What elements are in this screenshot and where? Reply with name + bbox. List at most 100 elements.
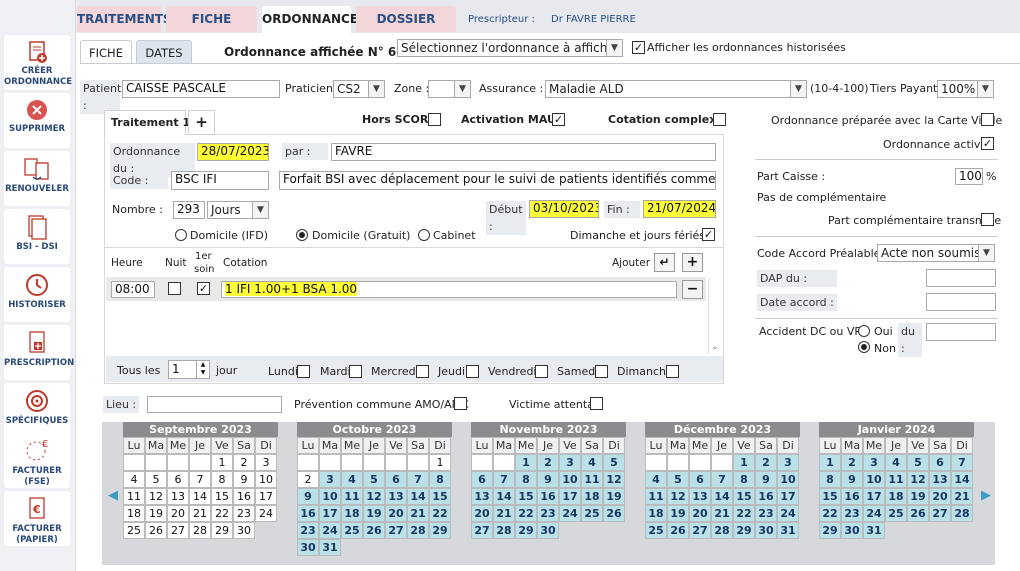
row-heure-field[interactable]: 08:00 (111, 281, 155, 298)
calendar-day[interactable]: 16 (755, 488, 777, 505)
calendar-day[interactable]: 27 (689, 522, 711, 539)
calendar-day[interactable]: 6 (385, 471, 407, 488)
calendar-day[interactable]: 23 (297, 522, 319, 539)
calendar-day[interactable]: 15 (515, 488, 537, 505)
calendar-day[interactable]: 23 (233, 505, 255, 522)
calendar-day[interactable]: 1 (515, 454, 537, 471)
calendar-day[interactable]: 28 (493, 522, 515, 539)
calendar-day[interactable]: 26 (145, 522, 167, 539)
bill-fse-button[interactable]: € FACTURER (FSE) (4, 433, 70, 488)
day-mardi-checkbox[interactable] (349, 365, 362, 378)
row-nuit-checkbox[interactable] (168, 282, 181, 295)
calendar-day[interactable]: 30 (297, 539, 319, 556)
patient-field[interactable]: CAISSE PASCALE (122, 80, 280, 98)
calendar-day[interactable]: 14 (189, 488, 211, 505)
calendar-day[interactable]: 8 (211, 471, 233, 488)
tab-dossier-medical[interactable]: DOSSIER MÉDICAL (356, 6, 456, 52)
ord-active-checkbox[interactable]: ✓ (981, 137, 994, 150)
par-field[interactable]: FAVRE (331, 143, 716, 161)
calendar-day[interactable]: 26 (363, 522, 385, 539)
calendar-day[interactable]: 10 (559, 471, 581, 488)
calendar-day[interactable]: 21 (711, 505, 733, 522)
calendar-day[interactable]: 23 (537, 505, 559, 522)
calendar-day[interactable]: 11 (123, 488, 145, 505)
calendar-day[interactable]: 6 (689, 471, 711, 488)
radio-domicile-gratuit[interactable] (296, 229, 308, 241)
calendar-day[interactable]: 26 (667, 522, 689, 539)
calendar-day[interactable]: 13 (385, 488, 407, 505)
calendar-day[interactable]: 20 (167, 505, 189, 522)
cotation-complexe-checkbox[interactable] (713, 113, 726, 126)
calendar-day[interactable]: 15 (733, 488, 755, 505)
select-ordonnance[interactable]: Sélectionnez l'ordonnance à afficher ▼ (397, 39, 623, 57)
calendar-day[interactable]: 13 (471, 488, 493, 505)
calendar-day[interactable]: 6 (167, 471, 189, 488)
calendar-day[interactable]: 7 (407, 471, 429, 488)
calendar-day[interactable]: 11 (645, 488, 667, 505)
row-cotation-field[interactable]: 1 IFI 1.00+1 BSA 1.00 (221, 281, 677, 298)
debut-field[interactable]: 03/10/2023 (529, 200, 599, 218)
calendar-day[interactable]: 10 (863, 471, 885, 488)
calendar-day[interactable]: 5 (363, 471, 385, 488)
calendar-day[interactable]: 12 (667, 488, 689, 505)
calendar-day[interactable]: 19 (363, 505, 385, 522)
day-mercredi-checkbox[interactable] (416, 365, 429, 378)
calendar-day[interactable]: 27 (167, 522, 189, 539)
calendar-day[interactable]: 20 (929, 488, 951, 505)
prevention-checkbox[interactable] (454, 397, 467, 410)
calendar-day[interactable]: 21 (951, 488, 973, 505)
calendar-day[interactable]: 24 (255, 505, 277, 522)
calendar-day[interactable]: 18 (123, 505, 145, 522)
calendar-day[interactable]: 30 (537, 522, 559, 539)
radio-cabinet[interactable] (418, 229, 430, 241)
calendar-day[interactable]: 9 (297, 488, 319, 505)
calendar-day[interactable]: 27 (929, 505, 951, 522)
dap-field[interactable] (926, 269, 996, 287)
radio-oui[interactable] (858, 325, 870, 337)
calendar-day[interactable]: 22 (211, 505, 233, 522)
specific-button[interactable]: SPÉCIFIQUES (4, 383, 70, 438)
calendar-day[interactable]: 13 (689, 488, 711, 505)
prescription-button[interactable]: PRESCRIPTION (4, 325, 74, 380)
calendar-day[interactable]: 30 (841, 522, 863, 539)
calendar-day[interactable]: 25 (885, 505, 907, 522)
calendar-day[interactable]: 22 (733, 505, 755, 522)
code-accord-select[interactable]: Acte non soumis ▼ (877, 244, 995, 262)
calendar-day[interactable]: 11 (341, 488, 363, 505)
calendar-day[interactable]: 3 (777, 454, 799, 471)
calendar-day[interactable]: 10 (319, 488, 341, 505)
calendar-day[interactable]: 26 (907, 505, 929, 522)
tab-fiche-patient[interactable]: FICHE PATIENT (166, 6, 257, 52)
calendar-day[interactable]: 7 (711, 471, 733, 488)
calendar-day[interactable]: 25 (341, 522, 363, 539)
calendar-day[interactable]: 16 (841, 488, 863, 505)
calendar-day[interactable]: 26 (603, 505, 625, 522)
nombre-field[interactable]: 293 (173, 201, 205, 219)
calendar-day[interactable]: 7 (189, 471, 211, 488)
calendar-day[interactable]: 14 (951, 471, 973, 488)
calendar-day[interactable]: 11 (581, 471, 603, 488)
calendar-day[interactable]: 8 (515, 471, 537, 488)
calendar-day[interactable]: 8 (733, 471, 755, 488)
calendar-day[interactable]: 15 (819, 488, 841, 505)
calendar-day[interactable]: 31 (319, 539, 341, 556)
calendar-day[interactable]: 16 (297, 505, 319, 522)
carte-vitale-checkbox[interactable] (981, 113, 994, 126)
hors-scor-checkbox[interactable] (428, 113, 441, 126)
radio-non[interactable] (858, 341, 870, 353)
calendar-day[interactable]: 1 (211, 454, 233, 471)
calendar-day[interactable]: 20 (689, 505, 711, 522)
history-button[interactable]: HISTORISER (4, 267, 70, 322)
calendar-day[interactable]: 8 (819, 471, 841, 488)
calendar-day[interactable]: 3 (255, 454, 277, 471)
calendar-day[interactable]: 4 (645, 471, 667, 488)
bsi-dsi-button[interactable]: BSI - DSI (4, 209, 70, 264)
subtab-fiche[interactable]: FICHE (80, 40, 132, 64)
remove-row-button[interactable]: − (682, 280, 703, 299)
day-vendredi-checkbox[interactable] (535, 365, 548, 378)
calendar-day[interactable]: 28 (951, 505, 973, 522)
calendar-day[interactable]: 21 (493, 505, 515, 522)
calendar-day[interactable]: 31 (863, 522, 885, 539)
calendar-day[interactable]: 9 (537, 471, 559, 488)
subtab-dates[interactable]: DATES (136, 40, 192, 64)
